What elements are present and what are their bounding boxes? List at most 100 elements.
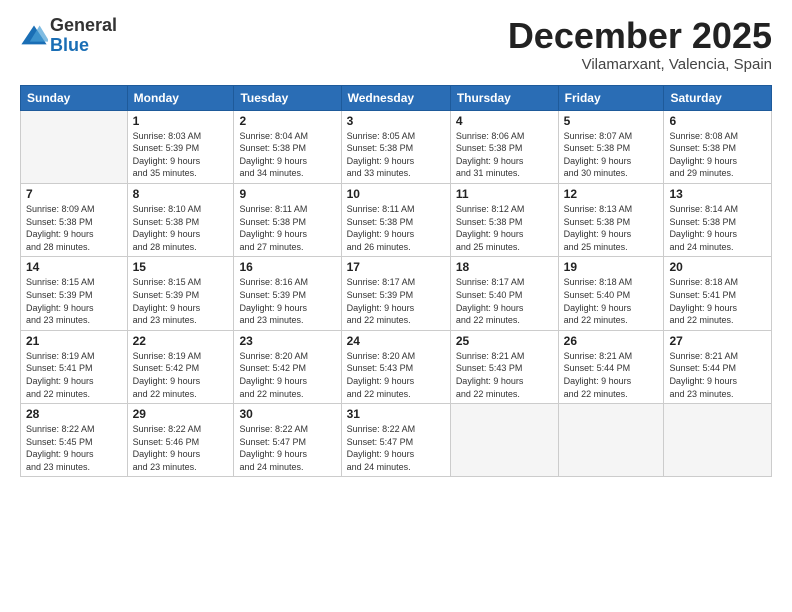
calendar-cell: 31 Sunrise: 8:22 AM Sunset: 5:47 PM Dayli…	[341, 404, 450, 477]
day-info: Sunrise: 8:19 AM Sunset: 5:42 PM Dayligh…	[133, 350, 229, 400]
calendar-cell: 18Sunrise: 8:17 AM Sunset: 5:40 PM Dayli…	[450, 257, 558, 330]
calendar-cell: 21 Sunrise: 8:19 AM Sunset: 5:41 PM Dayli…	[21, 330, 128, 403]
day-number: 22	[133, 334, 229, 348]
day-info: Sunrise: 8:22 AM Sunset: 5:47 PM Dayligh…	[239, 423, 335, 473]
calendar-week-row: 7 Sunrise: 8:09 AM Sunset: 5:38 PM Daylig…	[21, 183, 772, 256]
day-number: 11	[456, 187, 553, 201]
calendar-cell: 26 Sunrise: 8:21 AM Sunset: 5:44 PM Dayli…	[558, 330, 664, 403]
day-number: 10	[347, 187, 445, 201]
col-sunday: Sunday	[21, 85, 128, 110]
day-info: Sunrise: 8:06 AM Sunset: 5:38 PM Dayligh…	[456, 130, 553, 180]
calendar-cell: 24Sunrise: 8:20 AM Sunset: 5:43 PM Dayli…	[341, 330, 450, 403]
day-info: Sunrise: 8:21 AM Sunset: 5:44 PM Dayligh…	[669, 350, 766, 400]
col-thursday: Thursday	[450, 85, 558, 110]
calendar-week-row: 14 Sunrise: 8:15 AM Sunset: 5:39 PM Dayli…	[21, 257, 772, 330]
day-number: 17	[347, 260, 445, 274]
day-info: Sunrise: 8:05 AM Sunset: 5:38 PM Dayligh…	[347, 130, 445, 180]
calendar-cell: 29 Sunrise: 8:22 AM Sunset: 5:46 PM Dayli…	[127, 404, 234, 477]
day-number: 12	[564, 187, 659, 201]
day-info: Sunrise: 8:04 AM Sunset: 5:38 PM Dayligh…	[239, 130, 335, 180]
calendar-cell: 8Sunrise: 8:10 AM Sunset: 5:38 PM Daylig…	[127, 183, 234, 256]
day-info: Sunrise: 8:13 AM Sunset: 5:38 PM Dayligh…	[564, 203, 659, 253]
calendar-cell: 6 Sunrise: 8:08 AM Sunset: 5:38 PM Daylig…	[664, 110, 772, 183]
calendar-cell: 12 Sunrise: 8:13 AM Sunset: 5:38 PM Dayli…	[558, 183, 664, 256]
day-number: 28	[26, 407, 122, 421]
day-number: 23	[239, 334, 335, 348]
day-info: Sunrise: 8:09 AM Sunset: 5:38 PM Dayligh…	[26, 203, 122, 253]
col-wednesday: Wednesday	[341, 85, 450, 110]
calendar-header-row: Sunday Monday Tuesday Wednesday Thursday…	[21, 85, 772, 110]
calendar-cell: 2 Sunrise: 8:04 AM Sunset: 5:38 PM Daylig…	[234, 110, 341, 183]
day-number: 8	[133, 187, 229, 201]
calendar-cell: 7 Sunrise: 8:09 AM Sunset: 5:38 PM Daylig…	[21, 183, 128, 256]
title-section: December 2025 Vilamarxant, Valencia, Spa…	[508, 16, 772, 73]
day-info: Sunrise: 8:08 AM Sunset: 5:38 PM Dayligh…	[669, 130, 766, 180]
day-info: Sunrise: 8:21 AM Sunset: 5:44 PM Dayligh…	[564, 350, 659, 400]
calendar-cell: 28 Sunrise: 8:22 AM Sunset: 5:45 PM Dayli…	[21, 404, 128, 477]
calendar-cell: 17Sunrise: 8:17 AM Sunset: 5:39 PM Dayli…	[341, 257, 450, 330]
col-monday: Monday	[127, 85, 234, 110]
col-friday: Friday	[558, 85, 664, 110]
day-number: 6	[669, 114, 766, 128]
calendar-cell: 5 Sunrise: 8:07 AM Sunset: 5:38 PM Daylig…	[558, 110, 664, 183]
day-number: 14	[26, 260, 122, 274]
logo-text: General Blue	[50, 16, 117, 56]
day-number: 16	[239, 260, 335, 274]
day-info: Sunrise: 8:16 AM Sunset: 5:39 PM Dayligh…	[239, 276, 335, 326]
day-number: 26	[564, 334, 659, 348]
calendar-cell: 15Sunrise: 8:15 AM Sunset: 5:39 PM Dayli…	[127, 257, 234, 330]
day-info: Sunrise: 8:11 AM Sunset: 5:38 PM Dayligh…	[347, 203, 445, 253]
day-number: 1	[133, 114, 229, 128]
calendar-week-row: 1 Sunrise: 8:03 AM Sunset: 5:39 PM Daylig…	[21, 110, 772, 183]
day-info: Sunrise: 8:12 AM Sunset: 5:38 PM Dayligh…	[456, 203, 553, 253]
calendar-cell: 27Sunrise: 8:21 AM Sunset: 5:44 PM Dayli…	[664, 330, 772, 403]
day-info: Sunrise: 8:22 AM Sunset: 5:45 PM Dayligh…	[26, 423, 122, 473]
month-title: December 2025	[508, 16, 772, 56]
calendar-table: Sunday Monday Tuesday Wednesday Thursday…	[20, 85, 772, 478]
day-info: Sunrise: 8:21 AM Sunset: 5:43 PM Dayligh…	[456, 350, 553, 400]
page: General Blue December 2025 Vilamarxant, …	[0, 0, 792, 612]
calendar-cell: 19Sunrise: 8:18 AM Sunset: 5:40 PM Dayli…	[558, 257, 664, 330]
calendar-cell: 23 Sunrise: 8:20 AM Sunset: 5:42 PM Dayli…	[234, 330, 341, 403]
calendar-cell	[21, 110, 128, 183]
day-info: Sunrise: 8:03 AM Sunset: 5:39 PM Dayligh…	[133, 130, 229, 180]
calendar-cell: 10 Sunrise: 8:11 AM Sunset: 5:38 PM Dayli…	[341, 183, 450, 256]
logo: General Blue	[20, 16, 117, 56]
col-tuesday: Tuesday	[234, 85, 341, 110]
day-info: Sunrise: 8:18 AM Sunset: 5:40 PM Dayligh…	[564, 276, 659, 326]
day-info: Sunrise: 8:15 AM Sunset: 5:39 PM Dayligh…	[26, 276, 122, 326]
calendar-cell: 22 Sunrise: 8:19 AM Sunset: 5:42 PM Dayli…	[127, 330, 234, 403]
day-number: 4	[456, 114, 553, 128]
calendar-cell: 4 Sunrise: 8:06 AM Sunset: 5:38 PM Daylig…	[450, 110, 558, 183]
calendar-week-row: 21 Sunrise: 8:19 AM Sunset: 5:41 PM Dayli…	[21, 330, 772, 403]
logo-blue-label: Blue	[50, 36, 117, 56]
day-info: Sunrise: 8:18 AM Sunset: 5:41 PM Dayligh…	[669, 276, 766, 326]
day-info: Sunrise: 8:22 AM Sunset: 5:46 PM Dayligh…	[133, 423, 229, 473]
day-info: Sunrise: 8:19 AM Sunset: 5:41 PM Dayligh…	[26, 350, 122, 400]
day-number: 29	[133, 407, 229, 421]
calendar-cell: 1 Sunrise: 8:03 AM Sunset: 5:39 PM Daylig…	[127, 110, 234, 183]
day-number: 2	[239, 114, 335, 128]
day-number: 9	[239, 187, 335, 201]
day-number: 25	[456, 334, 553, 348]
calendar-cell: 25 Sunrise: 8:21 AM Sunset: 5:43 PM Dayli…	[450, 330, 558, 403]
calendar-cell: 14 Sunrise: 8:15 AM Sunset: 5:39 PM Dayli…	[21, 257, 128, 330]
calendar-cell: 13Sunrise: 8:14 AM Sunset: 5:38 PM Dayli…	[664, 183, 772, 256]
day-number: 7	[26, 187, 122, 201]
col-saturday: Saturday	[664, 85, 772, 110]
day-info: Sunrise: 8:17 AM Sunset: 5:40 PM Dayligh…	[456, 276, 553, 326]
day-number: 31	[347, 407, 445, 421]
calendar-cell	[558, 404, 664, 477]
day-info: Sunrise: 8:14 AM Sunset: 5:38 PM Dayligh…	[669, 203, 766, 253]
calendar-cell	[450, 404, 558, 477]
calendar-cell: 9Sunrise: 8:11 AM Sunset: 5:38 PM Daylig…	[234, 183, 341, 256]
day-number: 5	[564, 114, 659, 128]
day-number: 30	[239, 407, 335, 421]
day-info: Sunrise: 8:22 AM Sunset: 5:47 PM Dayligh…	[347, 423, 445, 473]
calendar-cell: 30 Sunrise: 8:22 AM Sunset: 5:47 PM Dayli…	[234, 404, 341, 477]
calendar-cell	[664, 404, 772, 477]
day-number: 21	[26, 334, 122, 348]
day-number: 24	[347, 334, 445, 348]
day-info: Sunrise: 8:07 AM Sunset: 5:38 PM Dayligh…	[564, 130, 659, 180]
day-info: Sunrise: 8:20 AM Sunset: 5:42 PM Dayligh…	[239, 350, 335, 400]
